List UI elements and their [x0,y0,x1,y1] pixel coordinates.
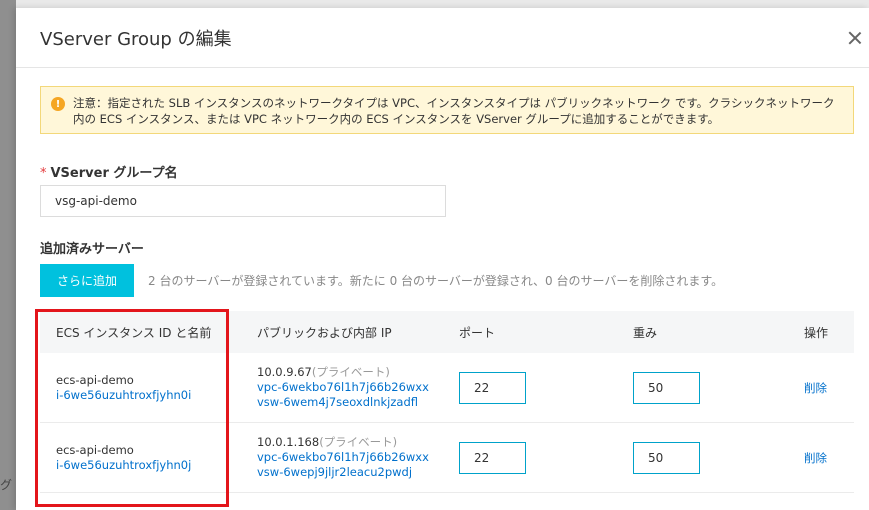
ip-address: 10.0.1.168 [257,435,320,449]
header-ip: パブリックおよび内部 IP [257,325,392,340]
ecs-cell: ecs-api-demo i-6we56uzuhtroxfjyhn0j [40,443,249,473]
vpc-link[interactable]: vpc-6wekbo76l1h7j66b26wxx [257,450,451,465]
vswitch-link[interactable]: vsw-6wem4j7seoxdlnkjzadfl [257,395,451,410]
header-ecs-instance: ECS インスタンス ID と名前 [56,325,212,340]
ip-type: (プライベート) [311,365,390,379]
weight-input[interactable] [633,371,700,404]
added-servers-label: 追加済みサーバー [40,242,144,257]
vswitch-link[interactable]: vsw-6wepj9jljr2leacu2pwdj [257,465,451,480]
dialog-header: VServer Group の編集 [16,8,869,68]
header-port: ポート [459,325,496,340]
instance-id-link[interactable]: i-6we56uzuhtroxfjyhn0i [56,388,249,403]
edit-vserver-group-dialog: VServer Group の編集 ! 注意：指定された SLB インスタンスの… [16,8,869,510]
background-text: グ [0,478,13,492]
notice-text: 注意：指定された SLB インスタンスのネットワークタイプは VPC、インスタン… [73,96,835,126]
header-action: 操作 [804,325,829,340]
warning-icon: ! [51,97,65,111]
delete-link[interactable]: 削除 [804,381,827,395]
port-cell [451,441,625,474]
ip-address: 10.0.9.67 [257,365,312,379]
table-row: ecs-api-demo i-6we56uzuhtroxfjyhn0j 10.0… [40,423,854,493]
action-cell: 削除 [800,450,854,466]
action-cell: 削除 [800,380,854,396]
weight-cell [625,441,800,474]
header-weight: 重み [633,325,658,340]
close-icon[interactable] [845,28,865,48]
ip-type: (プライベート) [319,435,398,449]
instance-name: ecs-api-demo [56,372,134,387]
required-marker: * [40,166,47,181]
weight-input[interactable] [633,441,700,474]
add-more-button[interactable]: さらに追加 [40,264,134,297]
dialog-title: VServer Group の編集 [40,28,232,50]
delete-link[interactable]: 削除 [804,451,827,465]
instance-id-link[interactable]: i-6we56uzuhtroxfjyhn0j [56,458,249,473]
server-count-info: 2 台のサーバーが登録されています。新たに 0 台のサーバーが登録され、0 台の… [148,274,724,288]
weight-cell [625,371,800,404]
background-overlay [0,0,16,510]
port-input[interactable] [459,371,526,404]
instance-name: ecs-api-demo [56,442,134,457]
vpc-link[interactable]: vpc-6wekbo76l1h7j66b26wxx [257,380,451,395]
ip-cell: 10.0.9.67(プライベート) vpc-6wekbo76l1h7j66b26… [249,365,451,410]
group-name-label: * VServer グループ名 [40,166,178,181]
notice-banner: ! 注意：指定された SLB インスタンスのネットワークタイプは VPC、インス… [40,86,854,134]
port-cell [451,371,625,404]
port-input[interactable] [459,441,526,474]
table-header: ECS インスタンス ID と名前 パブリックおよび内部 IP ポート 重み 操… [40,311,854,353]
ip-cell: 10.0.1.168(プライベート) vpc-6wekbo76l1h7j66b2… [249,435,451,480]
group-name-input[interactable] [40,185,446,217]
server-table: ECS インスタンス ID と名前 パブリックおよび内部 IP ポート 重み 操… [40,311,854,493]
table-row: ecs-api-demo i-6we56uzuhtroxfjyhn0i 10.0… [40,353,854,423]
ecs-cell: ecs-api-demo i-6we56uzuhtroxfjyhn0i [40,373,249,403]
